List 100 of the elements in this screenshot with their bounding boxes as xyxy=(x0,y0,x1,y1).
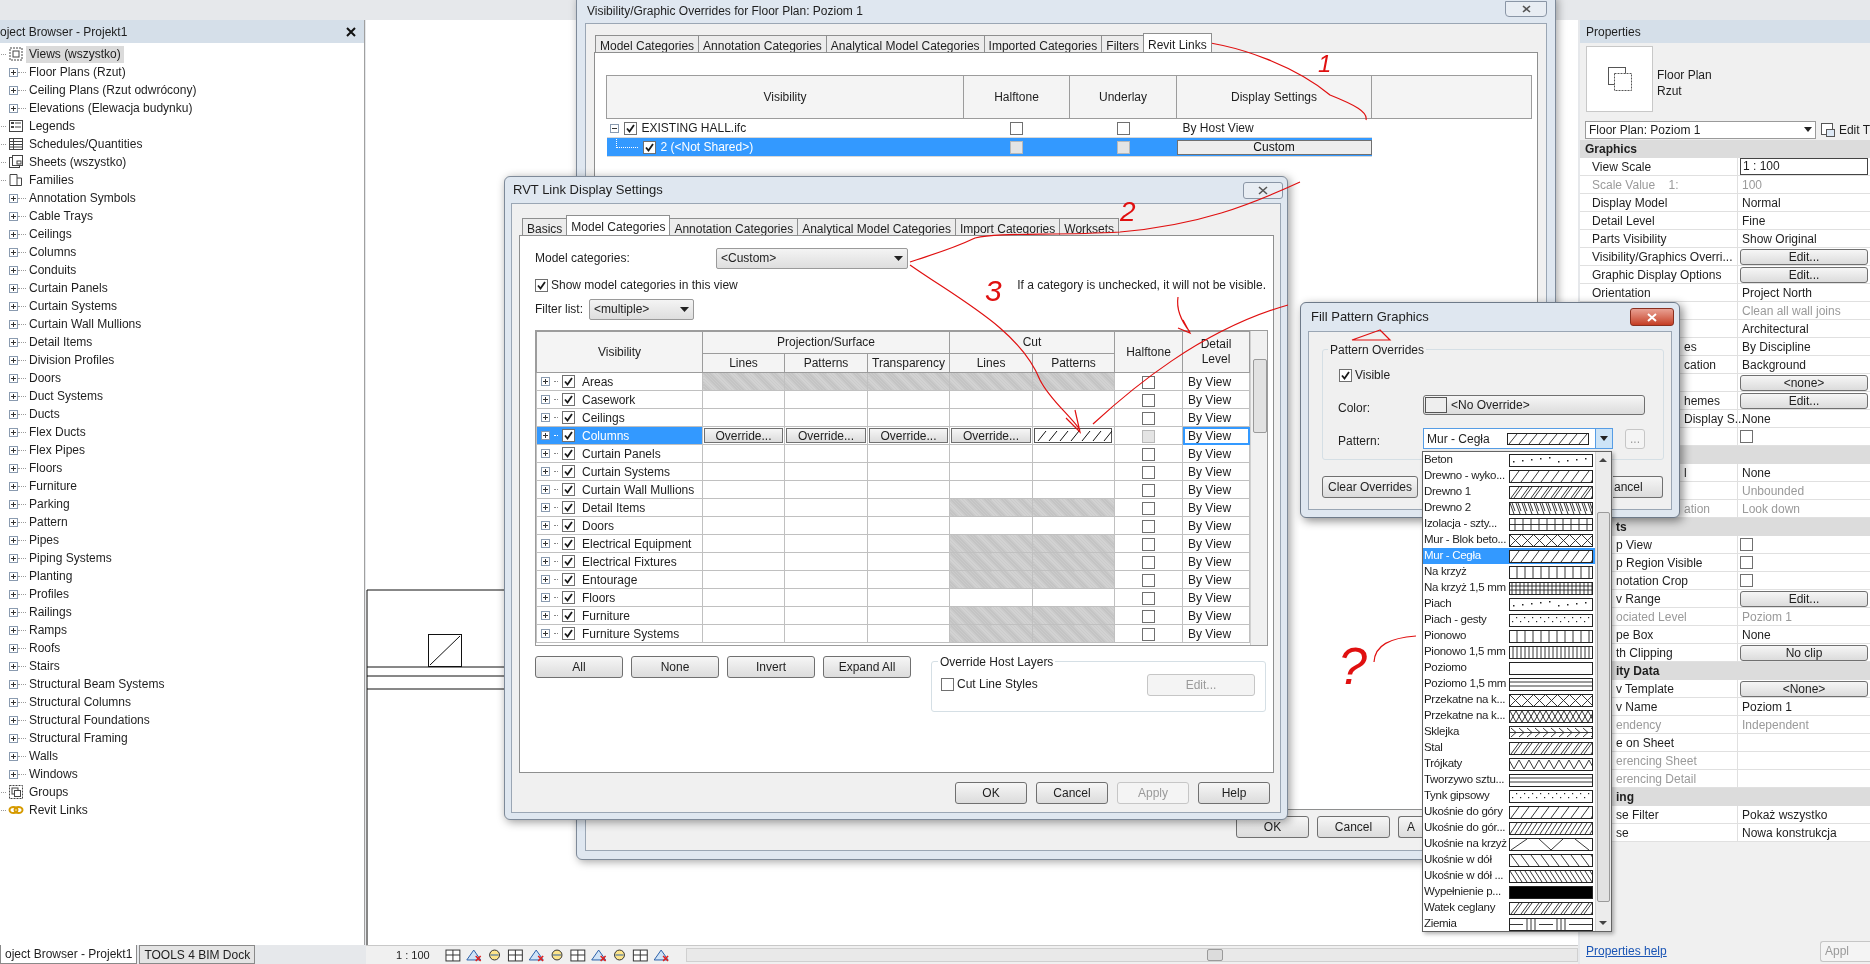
dialog-button[interactable]: Cancel xyxy=(1036,782,1108,804)
expand-icon[interactable] xyxy=(9,517,18,527)
tree-item[interactable]: Roofs xyxy=(26,639,64,657)
pattern-option[interactable]: Beton xyxy=(1423,452,1595,468)
tab[interactable]: Analytical Model Categories xyxy=(797,218,956,235)
scale-label[interactable]: 1 : 100 xyxy=(396,946,430,964)
expand-icon[interactable] xyxy=(541,539,550,548)
tree-item[interactable]: Columns xyxy=(26,243,80,261)
table-row[interactable]: Curtain Panels By View xyxy=(536,444,1250,463)
table-row[interactable]: Furniture Systems By View xyxy=(536,624,1250,643)
expand-icon[interactable] xyxy=(541,503,550,512)
expand-icon[interactable] xyxy=(9,337,18,347)
checkbox[interactable] xyxy=(1740,574,1753,587)
pattern-option[interactable]: Trójkaty xyxy=(1423,756,1595,772)
checkbox[interactable] xyxy=(1142,429,1156,443)
tree-item[interactable]: Flex Pipes xyxy=(26,441,89,459)
table-row[interactable]: Ceilings By View xyxy=(536,408,1250,427)
property-button[interactable]: Edit... xyxy=(1740,248,1868,265)
tree-item[interactable]: Curtain Panels xyxy=(26,279,111,297)
pattern-option[interactable]: Ukośnie na krzyż xyxy=(1423,836,1595,852)
expand-icon[interactable] xyxy=(541,413,550,422)
expand-icon[interactable] xyxy=(9,283,18,293)
clipped-button[interactable]: ancel xyxy=(1613,476,1663,498)
expand-icon[interactable] xyxy=(9,769,18,779)
checkbox[interactable] xyxy=(1142,375,1156,389)
tab[interactable]: Model Categories xyxy=(595,35,700,52)
property-button[interactable]: Edit... xyxy=(1740,266,1868,283)
pattern-option[interactable]: Przekatne na k... xyxy=(1423,692,1595,708)
tree-item[interactable]: Curtain Wall Mullions xyxy=(26,315,145,333)
checkbox[interactable] xyxy=(1010,141,1023,155)
checkbox[interactable] xyxy=(1142,537,1156,551)
tree-item[interactable]: Families xyxy=(26,171,77,189)
checkbox[interactable] xyxy=(1142,483,1156,497)
dialog-button[interactable]: Help xyxy=(1198,782,1270,804)
pattern-option[interactable]: Pionowo 1,5 mm xyxy=(1423,644,1595,660)
checkbox[interactable] xyxy=(623,121,637,135)
tree-item[interactable]: Structural Foundations xyxy=(26,711,153,729)
override-button[interactable]: Override... xyxy=(786,428,866,443)
checkbox[interactable] xyxy=(1142,411,1156,425)
tab[interactable]: Annotation Categories xyxy=(669,218,799,235)
tree-item[interactable]: Elevations (Elewacja budynku) xyxy=(26,99,196,117)
checkbox[interactable] xyxy=(1740,556,1753,569)
type-dropdown[interactable]: Floor Plan: Poziom 1 xyxy=(1585,120,1816,139)
expand-icon[interactable] xyxy=(9,211,18,221)
tree-item[interactable]: Planting xyxy=(26,567,76,585)
filter-dropdown[interactable]: <multiple> xyxy=(589,298,694,320)
tree-item[interactable]: Conduits xyxy=(26,261,80,279)
table-row[interactable]: Columns Override... Override... Override... Override... By View xyxy=(536,426,1250,445)
tree-item[interactable]: Walls xyxy=(26,747,61,765)
tree-item[interactable]: Ceiling Plans (Rzut odwrócony) xyxy=(26,81,200,99)
property-button[interactable]: Edit... xyxy=(1740,590,1868,607)
table-row[interactable]: Casework By View xyxy=(536,390,1250,409)
tree-item[interactable]: Groups xyxy=(26,783,72,801)
pattern-option[interactable]: Na krzyż xyxy=(1423,564,1595,580)
expand-icon[interactable] xyxy=(541,431,550,440)
tree-item[interactable]: Structural Beam Systems xyxy=(26,675,168,693)
expand-icon[interactable] xyxy=(541,629,550,638)
tree-item[interactable]: Cable Trays xyxy=(26,207,97,225)
tree-item[interactable]: Schedules/Quantities xyxy=(26,135,146,153)
checkbox[interactable] xyxy=(562,627,575,640)
pattern-option[interactable]: Watek ceglany xyxy=(1423,900,1595,916)
expand-icon[interactable] xyxy=(541,611,550,620)
pattern-option[interactable]: Drewno - wyko... xyxy=(1423,468,1595,484)
expand-icon[interactable] xyxy=(9,355,18,365)
pattern-option[interactable]: Piach - gesty xyxy=(1423,612,1595,628)
clear-button[interactable]: Clear Overrides xyxy=(1322,476,1418,498)
table-row[interactable]: Electrical Fixtures By View xyxy=(536,552,1250,571)
tree-item[interactable]: Legends xyxy=(26,117,79,135)
expand-icon[interactable] xyxy=(9,103,18,113)
checkbox[interactable] xyxy=(535,278,548,292)
tree-item[interactable]: Structural Framing xyxy=(26,729,131,747)
checkbox[interactable] xyxy=(562,465,575,478)
table-row[interactable]: Areas By View xyxy=(536,372,1250,391)
scrollbar[interactable] xyxy=(1250,331,1267,645)
close-icon[interactable] xyxy=(346,26,356,37)
expand-icon[interactable] xyxy=(541,485,550,494)
checkbox[interactable] xyxy=(562,411,575,424)
property-button[interactable]: <None> xyxy=(1740,680,1868,697)
pattern-option[interactable]: Wypełnienie p... xyxy=(1423,884,1595,900)
tree-item[interactable]: Railings xyxy=(26,603,75,621)
expand-icon[interactable] xyxy=(9,463,18,473)
pattern-dropdown[interactable]: Mur - Cegła xyxy=(1423,428,1613,449)
dialog-button[interactable]: OK xyxy=(955,782,1027,804)
tab[interactable]: Analytical Model Categories xyxy=(825,35,985,52)
expand-icon[interactable] xyxy=(9,589,18,599)
table-row[interactable]: Furniture By View xyxy=(536,606,1250,625)
scrollbar[interactable] xyxy=(1595,452,1611,931)
table-row[interactable]: Entourage By View xyxy=(536,570,1250,589)
checkbox[interactable] xyxy=(562,555,575,568)
expand-icon[interactable] xyxy=(9,301,18,311)
pattern-option[interactable]: Tworzywo sztu... xyxy=(1423,772,1595,788)
tab[interactable]: Basics xyxy=(522,218,568,235)
expand-icon[interactable] xyxy=(541,449,550,458)
table-row[interactable]: Floors By View xyxy=(536,588,1250,607)
expand-icon[interactable] xyxy=(541,377,550,386)
tab[interactable]: Worksets xyxy=(1059,218,1120,235)
section-header-bar[interactable]: Graphics xyxy=(1580,140,1870,158)
expand-icon[interactable] xyxy=(541,575,550,584)
tab[interactable]: Imported Categories xyxy=(983,35,1103,52)
expand-icon[interactable] xyxy=(9,445,18,455)
